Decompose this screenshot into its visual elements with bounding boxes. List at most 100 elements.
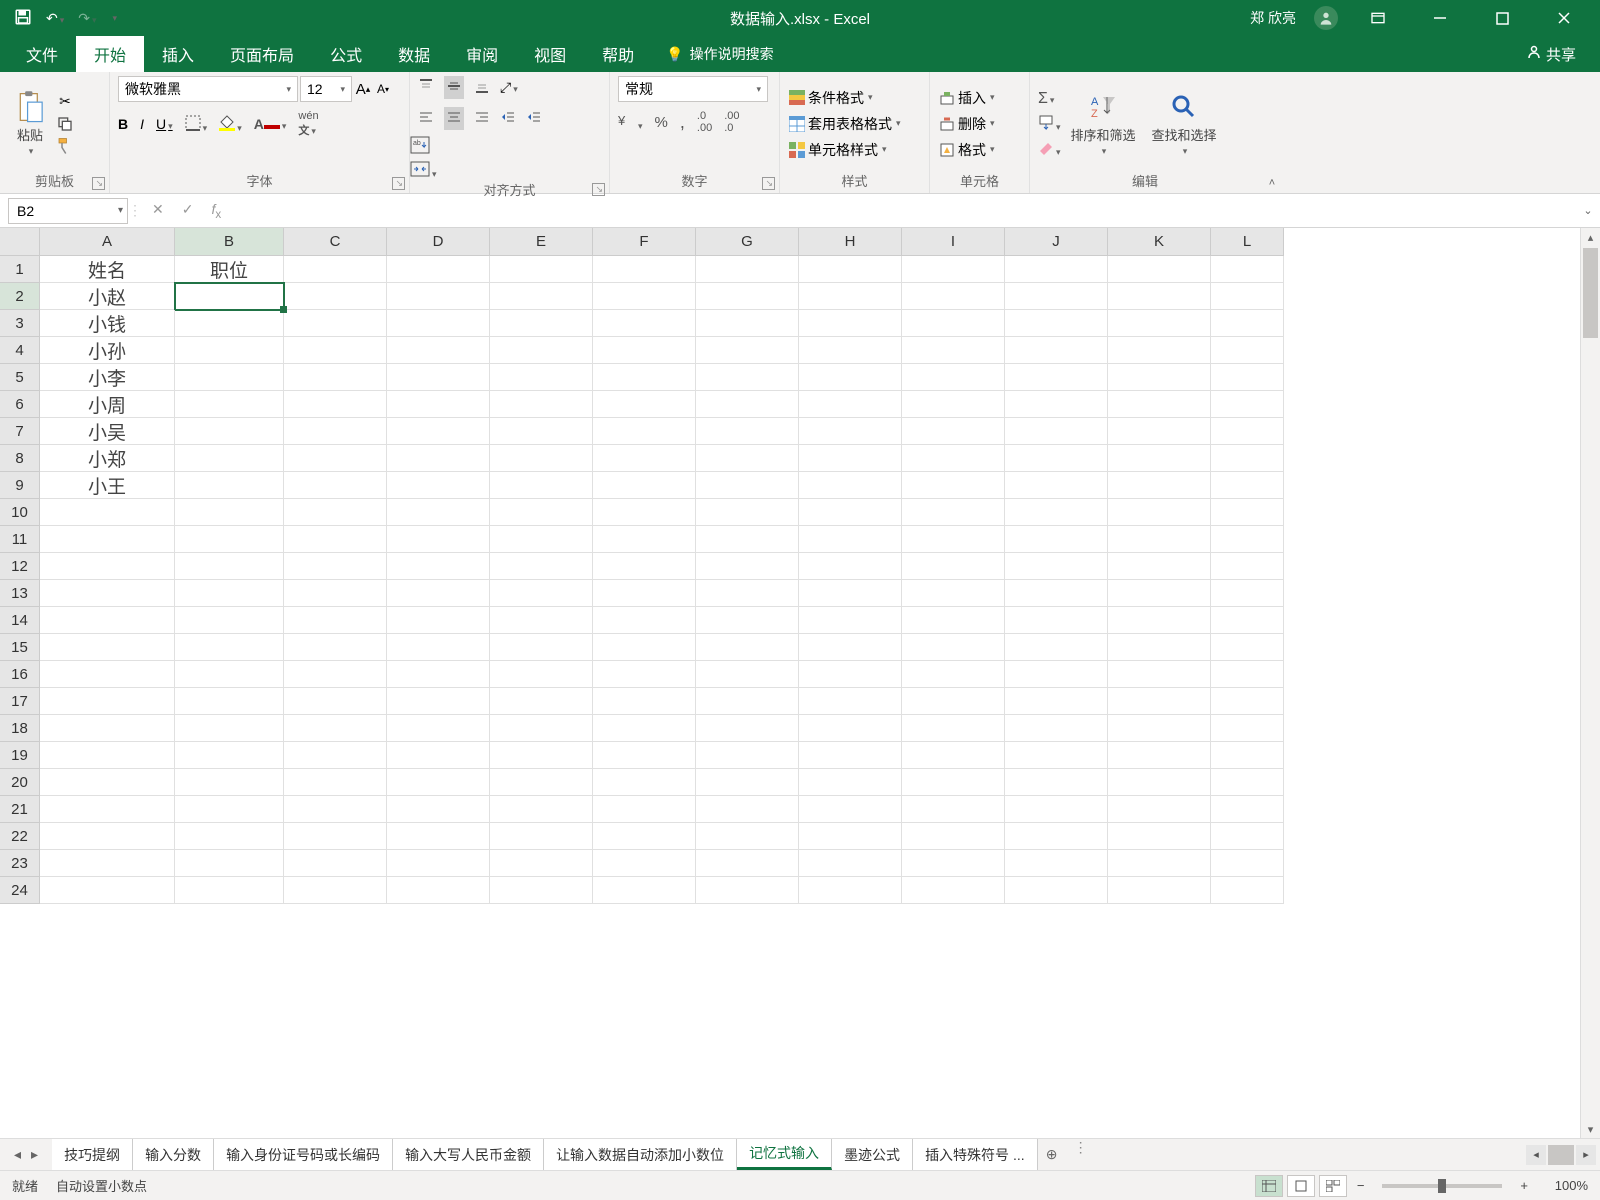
cell-J17[interactable] — [1005, 688, 1108, 715]
cell-K7[interactable] — [1108, 418, 1211, 445]
cell-G7[interactable] — [696, 418, 799, 445]
cell-A24[interactable] — [40, 877, 175, 904]
row-header-12[interactable]: 12 — [0, 553, 40, 580]
cell-J6[interactable] — [1005, 391, 1108, 418]
row-header-20[interactable]: 20 — [0, 769, 40, 796]
minimize-icon[interactable] — [1418, 0, 1462, 36]
cell-F13[interactable] — [593, 580, 696, 607]
cell-C9[interactable] — [284, 472, 387, 499]
row-header-9[interactable]: 9 — [0, 472, 40, 499]
cell-J13[interactable] — [1005, 580, 1108, 607]
cell-G21[interactable] — [696, 796, 799, 823]
sheet-tab[interactable]: 输入分数 — [133, 1139, 214, 1170]
cell-C15[interactable] — [284, 634, 387, 661]
cell-B12[interactable] — [175, 553, 284, 580]
sheet-tab[interactable]: 技巧提纲 — [52, 1139, 133, 1170]
sort-filter-button[interactable]: AZ 排序和筛选▾ — [1065, 91, 1142, 157]
cell-G2[interactable] — [696, 283, 799, 310]
ribbon-display-icon[interactable] — [1356, 0, 1400, 36]
col-header-I[interactable]: I — [902, 228, 1005, 256]
cell-C14[interactable] — [284, 607, 387, 634]
cell-I11[interactable] — [902, 526, 1005, 553]
page-break-view-icon[interactable] — [1319, 1175, 1347, 1197]
cell-K20[interactable] — [1108, 769, 1211, 796]
cell-H13[interactable] — [799, 580, 902, 607]
decrease-font-icon[interactable]: A▾ — [374, 80, 392, 98]
cell-F4[interactable] — [593, 337, 696, 364]
cell-B21[interactable] — [175, 796, 284, 823]
align-middle-icon[interactable] — [444, 76, 464, 99]
cell-D2[interactable] — [387, 283, 490, 310]
cell-G3[interactable] — [696, 310, 799, 337]
cell-I14[interactable] — [902, 607, 1005, 634]
col-header-A[interactable]: A — [40, 228, 175, 256]
cell-A15[interactable] — [40, 634, 175, 661]
cell-F15[interactable] — [593, 634, 696, 661]
cell-G23[interactable] — [696, 850, 799, 877]
cell-A8[interactable]: 小郑 — [40, 445, 175, 472]
cell-F24[interactable] — [593, 877, 696, 904]
cell-C10[interactable] — [284, 499, 387, 526]
cell-K21[interactable] — [1108, 796, 1211, 823]
font-size-select[interactable]: 12▾ — [300, 76, 352, 102]
cell-K14[interactable] — [1108, 607, 1211, 634]
cell-F6[interactable] — [593, 391, 696, 418]
row-header-16[interactable]: 16 — [0, 661, 40, 688]
cell-F23[interactable] — [593, 850, 696, 877]
delete-cells-button[interactable]: 删除▾ — [938, 114, 995, 134]
cell-E24[interactable] — [490, 877, 593, 904]
cell-F14[interactable] — [593, 607, 696, 634]
row-header-14[interactable]: 14 — [0, 607, 40, 634]
cell-H24[interactable] — [799, 877, 902, 904]
underline-icon[interactable]: U▾ — [156, 116, 173, 132]
tab-页面布局[interactable]: 页面布局 — [212, 36, 312, 72]
cell-B6[interactable] — [175, 391, 284, 418]
cell-B5[interactable] — [175, 364, 284, 391]
cell-J11[interactable] — [1005, 526, 1108, 553]
cell-H9[interactable] — [799, 472, 902, 499]
cell-G17[interactable] — [696, 688, 799, 715]
cell-K1[interactable] — [1108, 256, 1211, 283]
cell-K8[interactable] — [1108, 445, 1211, 472]
cell-D3[interactable] — [387, 310, 490, 337]
cell-E11[interactable] — [490, 526, 593, 553]
cell-K9[interactable] — [1108, 472, 1211, 499]
col-header-G[interactable]: G — [696, 228, 799, 256]
cell-E10[interactable] — [490, 499, 593, 526]
cell-J12[interactable] — [1005, 553, 1108, 580]
cell-E6[interactable] — [490, 391, 593, 418]
cell-G11[interactable] — [696, 526, 799, 553]
cell-K18[interactable] — [1108, 715, 1211, 742]
cell-D17[interactable] — [387, 688, 490, 715]
merge-center-icon[interactable]: ▾ — [410, 161, 603, 180]
clear-icon[interactable]: ▾ — [1038, 139, 1061, 158]
row-header-7[interactable]: 7 — [0, 418, 40, 445]
cell-H18[interactable] — [799, 715, 902, 742]
cell-H7[interactable] — [799, 418, 902, 445]
cell-J7[interactable] — [1005, 418, 1108, 445]
cell-C6[interactable] — [284, 391, 387, 418]
cell-I17[interactable] — [902, 688, 1005, 715]
increase-decimal-icon[interactable]: .0.00 — [697, 110, 712, 134]
row-header-5[interactable]: 5 — [0, 364, 40, 391]
tab-nav-next-icon[interactable]: ▸ — [31, 1146, 38, 1163]
cell-L9[interactable] — [1211, 472, 1284, 499]
col-header-K[interactable]: K — [1108, 228, 1211, 256]
sheet-tab[interactable]: 插入特殊符号 ... — [913, 1139, 1038, 1170]
cell-I6[interactable] — [902, 391, 1005, 418]
cell-D15[interactable] — [387, 634, 490, 661]
paste-button[interactable]: 粘贴 ▾ — [8, 91, 52, 157]
percent-icon[interactable]: % — [655, 114, 668, 131]
italic-icon[interactable]: I — [140, 116, 144, 132]
row-header-22[interactable]: 22 — [0, 823, 40, 850]
cell-G20[interactable] — [696, 769, 799, 796]
row-header-6[interactable]: 6 — [0, 391, 40, 418]
font-color-icon[interactable]: A▾ — [254, 116, 287, 132]
cell-C18[interactable] — [284, 715, 387, 742]
cell-J23[interactable] — [1005, 850, 1108, 877]
cell-I23[interactable] — [902, 850, 1005, 877]
cell-G4[interactable] — [696, 337, 799, 364]
undo-icon[interactable]: ↶▾ — [46, 10, 64, 27]
cell-C21[interactable] — [284, 796, 387, 823]
align-right-icon[interactable] — [474, 109, 490, 128]
